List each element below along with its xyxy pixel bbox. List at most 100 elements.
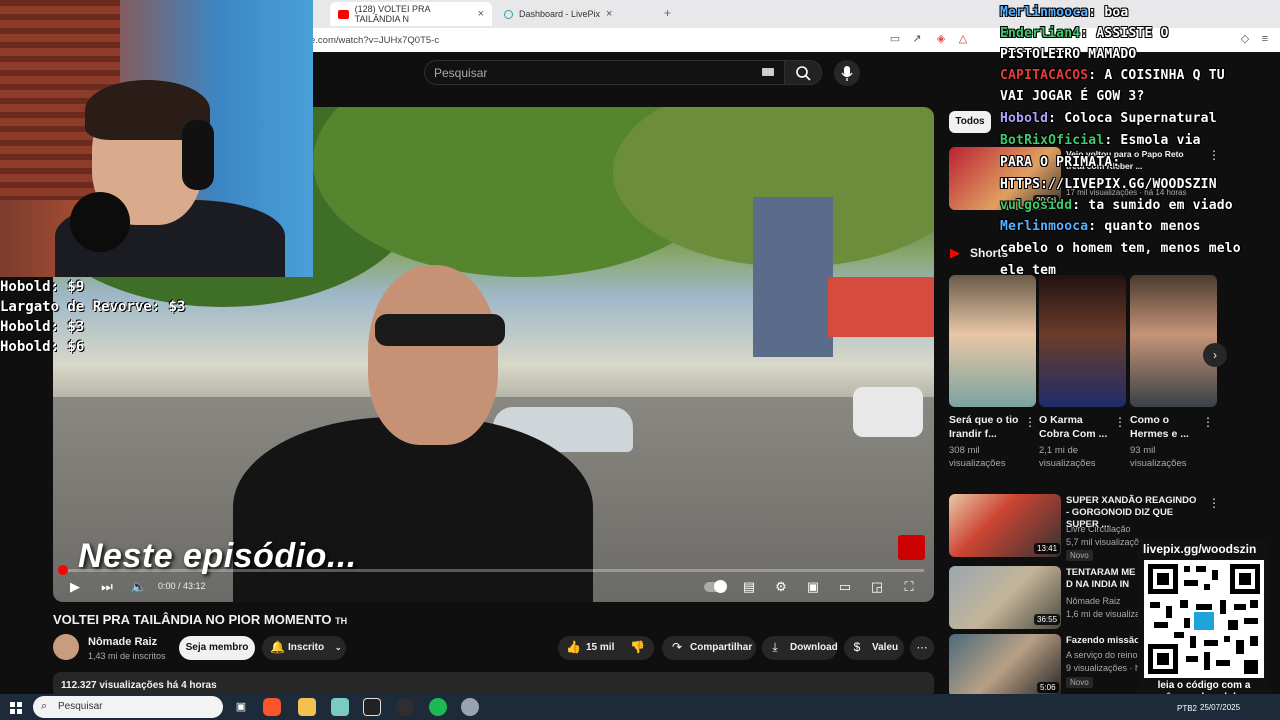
new-badge: Novo — [1066, 550, 1093, 561]
chat-message: PARA O PRIMATA: — [1000, 155, 1121, 170]
subscribed-label: Inscrito — [288, 642, 325, 653]
subtitles-icon[interactable]: ▤ — [740, 578, 758, 596]
tab-title: Dashboard - LivePix — [519, 9, 601, 19]
tab-livepix[interactable]: Dashboard - LivePix × — [496, 2, 660, 26]
tab-youtube[interactable]: (128) VOLTEI PRA TAILÂNDIA N × — [330, 2, 492, 26]
view-count: 112.327 visualizações há 4 horas — [61, 680, 217, 691]
search-button[interactable] — [784, 60, 822, 85]
tab-title: (128) VOLTEI PRA TAILÂNDIA N — [354, 4, 430, 24]
windows-start-icon[interactable] — [10, 701, 22, 714]
thumbs-down-icon[interactable]: 👎 — [630, 640, 645, 654]
next-icon[interactable]: ⏭ — [98, 578, 116, 596]
video-duration: 5:06 — [1037, 682, 1059, 693]
shorts-icon: ▶ — [950, 245, 960, 260]
close-tab-icon[interactable]: × — [606, 8, 612, 20]
cast-icon[interactable]: ▭ — [888, 32, 902, 46]
video-meta: 9 visualizações · há — [1066, 663, 1146, 673]
progress-handle[interactable] — [58, 565, 68, 575]
more-options-icon[interactable]: ⋮ — [1114, 415, 1126, 429]
new-badge: Novo — [1066, 677, 1093, 688]
short-thumbnail[interactable] — [949, 275, 1036, 407]
brave-browser-icon[interactable] — [263, 698, 281, 716]
spotify-icon[interactable] — [429, 698, 447, 716]
miniplayer-icon[interactable]: ▣ — [804, 578, 822, 596]
menu-icon[interactable]: ≡ — [1258, 32, 1272, 46]
time-display: 0:00 / 43:12 — [158, 581, 206, 591]
progress-bar[interactable] — [63, 569, 924, 572]
chat-message: Merlinmooca: boa — [1000, 5, 1129, 20]
file-explorer-icon[interactable] — [298, 698, 316, 716]
language-indicator[interactable]: PTB2 — [1177, 704, 1197, 713]
play-icon[interactable]: ▶ — [66, 578, 84, 596]
cast-icon[interactable]: ◲ — [868, 578, 886, 596]
join-button[interactable]: Seja membro — [179, 636, 255, 660]
more-options-icon[interactable]: ⋮ — [1208, 496, 1220, 510]
volume-icon[interactable]: 🔈 — [130, 578, 148, 596]
capcut-icon[interactable] — [363, 698, 381, 716]
qr-title: livepix.gg/woodszin — [1143, 542, 1257, 556]
app-icon[interactable] — [461, 698, 479, 716]
youtube-icon — [338, 9, 349, 19]
download-label: Download — [790, 642, 838, 653]
channel-avatar[interactable] — [53, 634, 79, 660]
short-thumbnail[interactable] — [1130, 275, 1217, 407]
chat-message: Enderlian4: ASSISTE O — [1000, 26, 1169, 41]
short-title[interactable]: Como o Hermes e ... — [1130, 413, 1200, 441]
video-meta: 1,6 mi de visualizaç — [1066, 609, 1145, 619]
webcam-overlay — [0, 0, 313, 277]
chat-message: CAPITACACOS: A COISINHA Q TU — [1000, 68, 1225, 83]
autoplay-toggle[interactable] — [704, 578, 728, 596]
chat-message: Hobold: Coloca Supernatural — [1000, 111, 1217, 126]
chat-message: PISTOLEIRO MAMADO — [1000, 47, 1137, 62]
more-actions-icon[interactable]: ⋯ — [910, 636, 934, 660]
share-icon[interactable]: ↗ — [910, 32, 924, 46]
short-views: 93 mil visualizações — [1130, 445, 1187, 469]
download-icon: ⤓ — [772, 640, 778, 654]
chat-message: cabelo o homem tem, menos melo — [1000, 241, 1241, 256]
donation-entry: Hobold: $9 — [0, 279, 85, 295]
settings-gear-icon[interactable]: ⚙ — [772, 578, 790, 596]
video-title[interactable]: TENTARAM ME D NA INDIA IN — [1066, 567, 1141, 591]
new-tab-button[interactable]: + — [664, 6, 671, 20]
video-channel[interactable]: Livre Circulação — [1066, 523, 1131, 535]
thanks-label: Valeu — [872, 642, 899, 653]
close-tab-icon[interactable]: × — [478, 8, 484, 20]
address-bar[interactable]: e.com/watch?v=JUHx7Q0T5-c — [300, 31, 880, 49]
short-views: 2,1 mi de visualizações — [1039, 445, 1096, 469]
chat-message: VAI JOGAR É GOW 3? — [1000, 89, 1145, 104]
more-options-icon[interactable]: ⋮ — [1208, 148, 1220, 162]
subscribe-watermark-icon[interactable] — [898, 535, 925, 560]
more-options-icon[interactable]: ⋮ — [1024, 415, 1036, 429]
chip-all[interactable]: Todos — [949, 111, 991, 133]
more-options-icon[interactable]: ⋮ — [1202, 415, 1214, 429]
next-arrow-icon[interactable]: › — [1203, 343, 1227, 367]
short-title[interactable]: O Karma Cobra Com ... — [1039, 413, 1111, 441]
video-duration: 13:41 — [1034, 543, 1061, 554]
shield-icon[interactable]: ◇ — [1238, 32, 1252, 46]
notepad-icon[interactable] — [331, 698, 349, 716]
thumbs-up-icon: 👍 — [566, 640, 581, 654]
donation-entry: Hobold: $6 — [0, 339, 85, 355]
clock-date[interactable]: 25/07/2025 — [1200, 703, 1240, 712]
search-input[interactable]: Pesquisar — [434, 66, 487, 80]
bell-icon: 🔔 — [270, 640, 285, 654]
rewards-icon[interactable]: △ — [956, 32, 970, 46]
search-icon — [796, 66, 811, 81]
channel-name[interactable]: Nômade Raiz — [88, 636, 157, 648]
chat-message: Merlinmooca: quanto menos — [1000, 219, 1201, 234]
short-title[interactable]: Será que o tio Irandir f... — [949, 413, 1029, 441]
video-title[interactable]: Fazendo missão — [1066, 635, 1141, 647]
theater-icon[interactable]: ▭ — [836, 578, 854, 596]
obs-icon[interactable] — [396, 698, 414, 716]
qr-code-icon — [1144, 560, 1264, 678]
video-meta: 5,7 mil visualizações — [1066, 537, 1149, 547]
brave-shield-icon[interactable]: ◈ — [934, 32, 948, 46]
fullscreen-icon[interactable]: ⛶ — [900, 578, 918, 596]
mic-icon[interactable] — [834, 60, 860, 86]
share-arrow-icon: ↷ — [671, 640, 683, 654]
short-thumbnail[interactable] — [1039, 275, 1126, 407]
keyboard-icon[interactable] — [762, 68, 774, 76]
video-channel[interactable]: Nômade Raiz — [1066, 595, 1121, 607]
video-duration: 36:55 — [1034, 614, 1061, 625]
task-view-icon[interactable]: ▣ — [232, 698, 250, 716]
